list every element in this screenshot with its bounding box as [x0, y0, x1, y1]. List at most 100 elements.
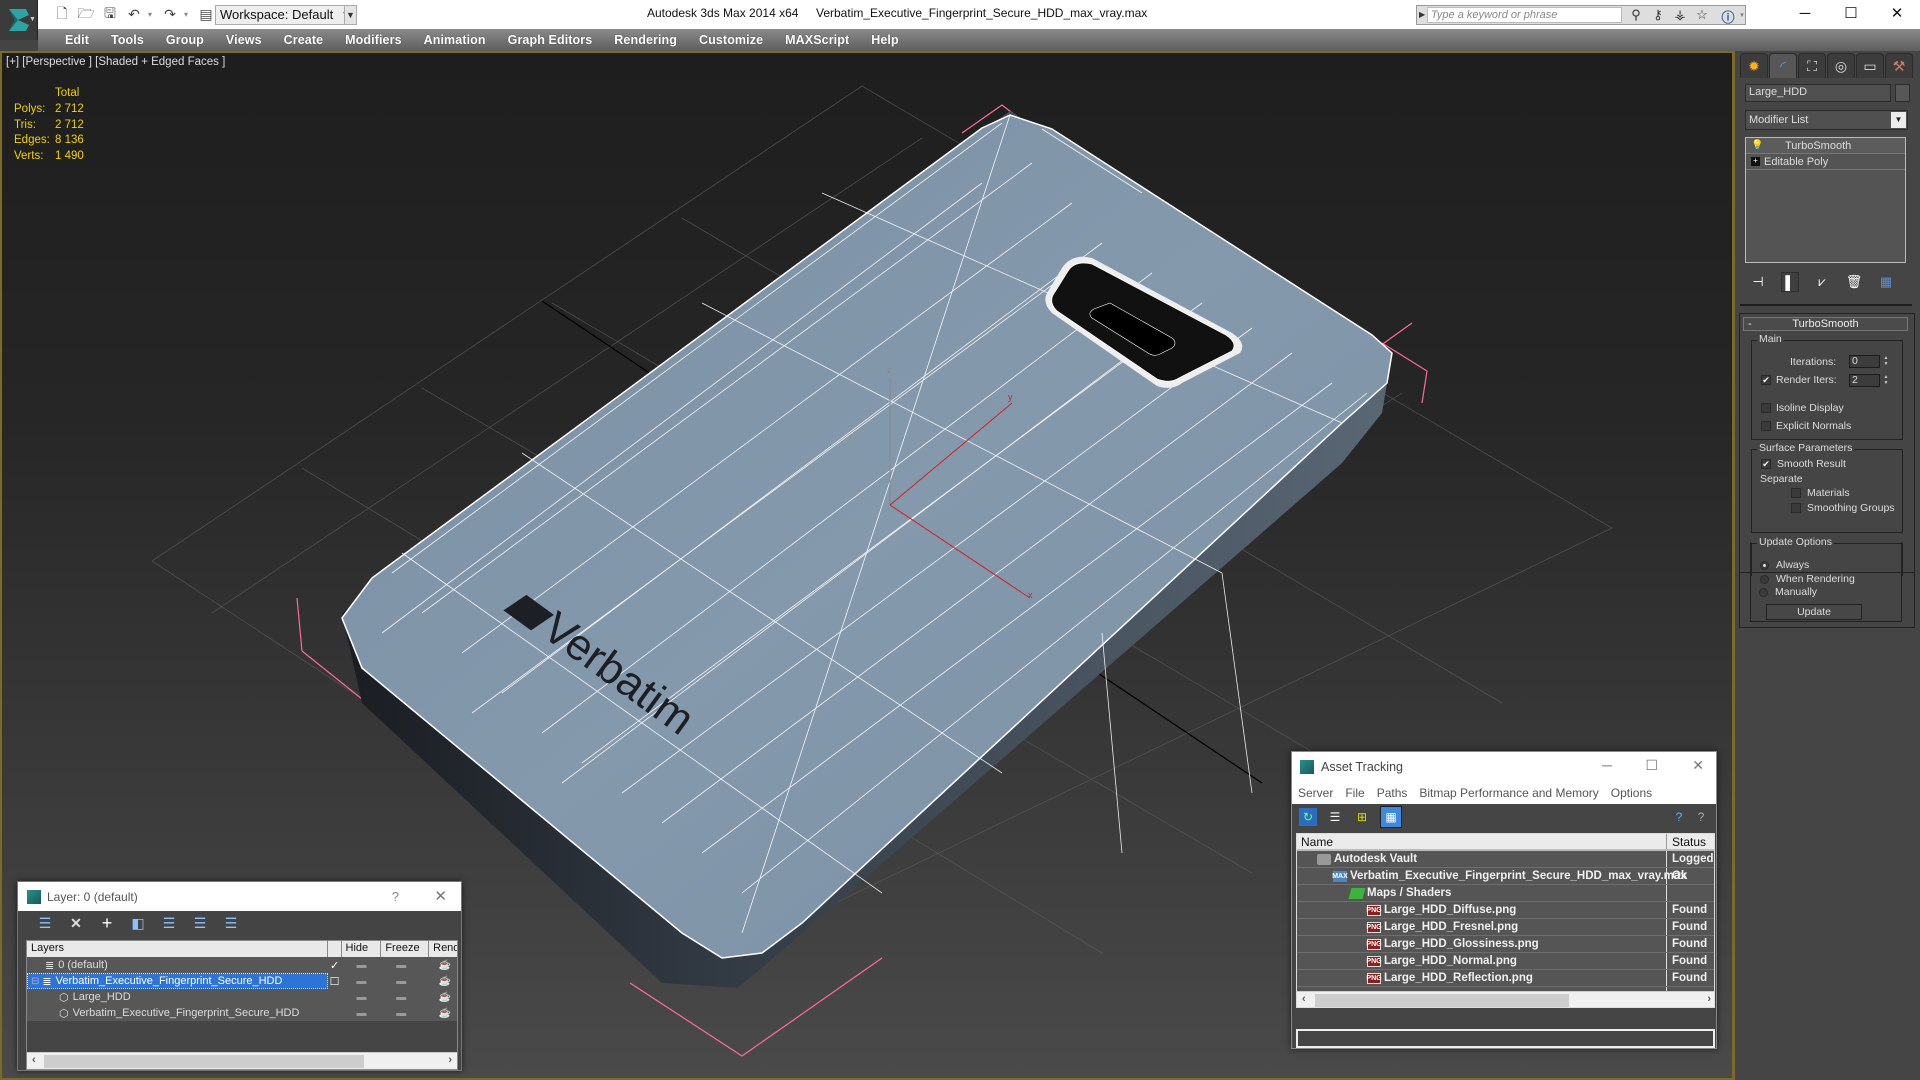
refresh-icon[interactable]: ↻: [1299, 808, 1317, 826]
minimize-button[interactable]: ─: [1782, 0, 1828, 26]
scrollbar-thumb[interactable]: [44, 1055, 364, 1068]
modify-tab[interactable]: ◜: [1769, 53, 1797, 78]
horizontal-scrollbar[interactable]: ‹ ›: [1297, 991, 1714, 1007]
iterations-spinner[interactable]: 0: [1849, 355, 1880, 368]
menu-bitmap-performance[interactable]: Bitmap Performance and Memory: [1419, 786, 1598, 800]
help-icon[interactable]: ?: [1692, 808, 1710, 826]
smoothing-groups-checkbox[interactable]: [1791, 503, 1801, 513]
menu-options[interactable]: Options: [1611, 786, 1652, 800]
menu-server[interactable]: Server: [1298, 786, 1333, 800]
menu-graph-editors[interactable]: Graph Editors: [497, 33, 604, 47]
highlight-layer-icon[interactable]: ☰: [158, 914, 180, 932]
freeze-toggle[interactable]: ▬: [381, 976, 421, 987]
menu-rendering[interactable]: Rendering: [603, 33, 688, 47]
satellite-icon[interactable]: ⚶: [1671, 7, 1689, 23]
render-teapot-icon[interactable]: ☕: [421, 976, 457, 987]
modifier-list-dropdown[interactable]: Modifier List ▼: [1745, 110, 1908, 130]
scrollbar-thumb[interactable]: [1315, 994, 1569, 1007]
layer-row[interactable]: ⬡ Large_HDD ▬ ▬ ☕: [27, 989, 457, 1005]
column-header-hide[interactable]: Hide: [342, 941, 382, 957]
search-input[interactable]: Type a keyword or phrase: [1427, 7, 1622, 23]
remove-modifier-icon[interactable]: 🗑: [1845, 272, 1863, 292]
spinner-arrows-icon[interactable]: ▲ ▼: [1882, 355, 1890, 368]
show-end-result-icon[interactable]: ▌: [1781, 272, 1799, 292]
layer-row[interactable]: ⬡ Verbatim_Executive_Fingerprint_Secure_H…: [27, 1005, 457, 1021]
collapse-icon[interactable]: ⊟: [31, 976, 39, 987]
menu-modifiers[interactable]: Modifiers: [334, 33, 412, 47]
configure-modifier-sets-icon[interactable]: ▦: [1877, 272, 1895, 292]
save-icon[interactable]: 🖫: [100, 5, 120, 25]
make-unique-icon[interactable]: ⩗: [1813, 272, 1831, 292]
rollout-header[interactable]: - TurboSmooth: [1743, 317, 1908, 331]
pin-stack-icon[interactable]: ⊣: [1749, 272, 1767, 292]
current-layer-check[interactable]: ✓: [328, 959, 342, 972]
menu-customize[interactable]: Customize: [688, 33, 774, 47]
redo-icon[interactable]: ↷: [160, 5, 180, 25]
current-layer-check[interactable]: ☐: [328, 975, 342, 988]
star-icon[interactable]: ☆: [1693, 7, 1711, 23]
binoculars-icon[interactable]: ⚲: [1627, 7, 1645, 23]
menu-create[interactable]: Create: [273, 33, 335, 47]
layer-properties-icon[interactable]: ☰: [220, 914, 242, 932]
column-header-status[interactable]: Status: [1667, 834, 1706, 849]
open-file-icon[interactable]: 🗁: [76, 5, 96, 25]
application-menu-button[interactable]: ▼: [0, 0, 38, 40]
freeze-toggle[interactable]: ▬: [381, 992, 421, 1003]
column-header-current[interactable]: [328, 941, 342, 957]
customize-qat-button[interactable]: ▼: [344, 5, 357, 25]
asset-row[interactable]: PNG Large_HDD_Glossiness.png Found: [1297, 936, 1714, 953]
menu-help[interactable]: Help: [860, 33, 910, 47]
expand-icon[interactable]: +: [1751, 157, 1760, 166]
menu-views[interactable]: Views: [215, 33, 273, 47]
menu-edit[interactable]: Edit: [54, 33, 100, 47]
new-file-icon[interactable]: 🗋: [52, 5, 72, 25]
hide-toggle[interactable]: ▬: [342, 1008, 382, 1019]
menu-paths[interactable]: Paths: [1377, 786, 1408, 800]
render-teapot-icon[interactable]: ☕: [421, 992, 457, 1003]
asset-row[interactable]: Autodesk Vault Logged: [1297, 851, 1714, 868]
hide-toggle[interactable]: ▬: [342, 992, 382, 1003]
asset-row[interactable]: PNG Large_HDD_Reflection.png Found: [1297, 970, 1714, 987]
maximize-button[interactable]: ☐: [1645, 757, 1658, 774]
materials-checkbox[interactable]: [1791, 488, 1801, 498]
viewport-label-menu[interactable]: [+] [Perspective ] [Shaded + Edged Faces…: [6, 56, 225, 68]
menu-maxscript[interactable]: MAXScript: [774, 33, 860, 47]
motion-tab[interactable]: ◎: [1827, 53, 1855, 78]
maximize-button[interactable]: ☐: [1828, 0, 1874, 26]
smooth-result-checkbox[interactable]: ✔: [1761, 459, 1771, 469]
workspace-dropdown[interactable]: Workspace: Default ▾: [215, 5, 352, 25]
spinner-arrows-icon[interactable]: ▲ ▼: [1882, 374, 1890, 387]
column-header-freeze[interactable]: Freeze: [381, 941, 430, 957]
dialog-title-bar[interactable]: Asset Tracking ─ ☐ ✕: [1292, 752, 1716, 781]
vault-help-icon[interactable]: ?: [1670, 808, 1688, 826]
column-header-render[interactable]: Rende: [429, 941, 457, 957]
render-iters-spinner[interactable]: 2: [1849, 374, 1880, 387]
help-button[interactable]: ?: [392, 889, 399, 904]
hide-toggle[interactable]: ▬: [342, 960, 382, 971]
utilities-tab[interactable]: ⚒: [1885, 53, 1913, 78]
undo-icon[interactable]: ↶: [124, 5, 144, 25]
project-folder-icon[interactable]: ▤: [196, 5, 216, 25]
menu-tools[interactable]: Tools: [100, 33, 155, 47]
expand-icon[interactable]: ▶: [1419, 10, 1425, 19]
horizontal-scrollbar[interactable]: ‹ ›: [27, 1052, 457, 1069]
scroll-right-icon[interactable]: ›: [448, 1054, 452, 1066]
tree-view-icon[interactable]: ⊞: [1353, 808, 1371, 826]
hierarchy-tab[interactable]: ⛶: [1798, 53, 1826, 78]
delete-layer-icon[interactable]: ✕: [65, 914, 87, 932]
freeze-toggle[interactable]: ▬: [381, 1008, 421, 1019]
table-view-icon[interactable]: ▦: [1380, 806, 1402, 828]
dialog-title-bar[interactable]: Layer: 0 (default) ? ✕: [18, 882, 461, 911]
render-teapot-icon[interactable]: ☕: [421, 960, 457, 971]
list-view-icon[interactable]: ☰: [1326, 808, 1344, 826]
asset-row[interactable]: MAX Verbatim_Executive_Fingerprint_Secure…: [1297, 868, 1714, 885]
close-icon[interactable]: ✕: [434, 887, 447, 905]
menu-file[interactable]: File: [1345, 786, 1364, 800]
help-dropdown-icon[interactable]: ▾: [1733, 11, 1751, 27]
menu-group[interactable]: Group: [155, 33, 215, 47]
asset-row[interactable]: PNG Large_HDD_Diffuse.png Found: [1297, 902, 1714, 919]
display-tab[interactable]: ▭: [1856, 53, 1884, 78]
menu-animation[interactable]: Animation: [413, 33, 497, 47]
asset-row[interactable]: PNG Large_HDD_Fresnel.png Found: [1297, 919, 1714, 936]
minimize-button[interactable]: ─: [1602, 757, 1612, 773]
